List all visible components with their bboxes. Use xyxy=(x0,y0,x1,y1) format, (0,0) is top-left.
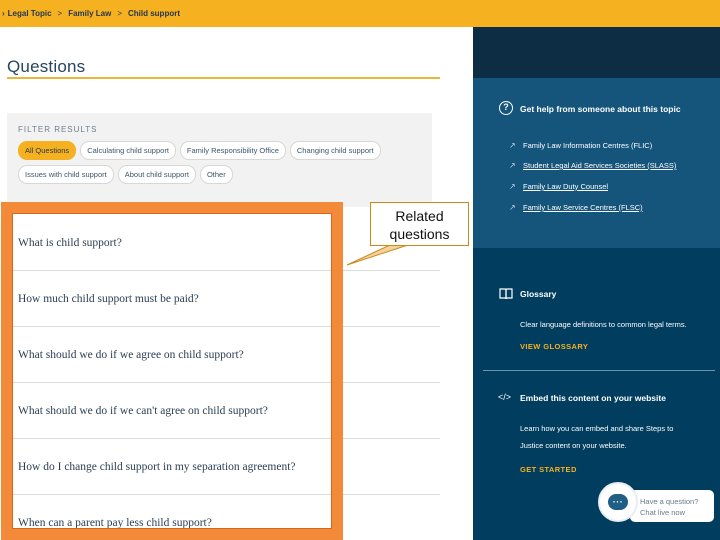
question-item[interactable]: When can a parent pay less child support… xyxy=(12,495,440,540)
help-section-title: Get help from someone about this topic xyxy=(520,104,681,114)
external-link-icon: ↗ xyxy=(509,141,516,150)
title-underline xyxy=(7,77,440,79)
question-item[interactable]: What should we do if we agree on child s… xyxy=(12,327,440,383)
help-link-duty-counsel[interactable]: ↗ Family Law Duty Counsel xyxy=(509,182,609,191)
chat-line-1: Have a question? xyxy=(640,497,699,506)
embed-title: Embed this content on your website xyxy=(520,393,666,403)
external-link-icon: ↗ xyxy=(509,203,516,212)
code-icon: </> xyxy=(498,392,512,402)
filter-chip-other[interactable]: Other xyxy=(199,165,233,184)
external-link-icon: ↗ xyxy=(509,182,516,191)
chat-prompt[interactable]: Have a question? Chat live now xyxy=(630,490,714,522)
help-link-flic[interactable]: ↗ Family Law Information Centres (FLIC) xyxy=(509,141,653,150)
breadcrumb-item-family-law[interactable]: Family Law xyxy=(68,9,111,18)
help-link-slass[interactable]: ↗ Student Legal Aid Services Societies (… xyxy=(509,161,677,170)
help-link-flsc[interactable]: ↗ Family Law Service Centres (FLSC) xyxy=(509,203,643,212)
filter-chip-calculating[interactable]: Calculating child support xyxy=(80,141,176,160)
help-link-label: Student Legal Aid Services Societies (SL… xyxy=(523,161,677,170)
question-item[interactable]: How much child support must be paid? xyxy=(12,271,440,327)
filter-chip-family-responsibility-office[interactable]: Family Responsibility Office xyxy=(179,141,286,160)
callout-line-1: Related xyxy=(395,208,444,224)
question-item[interactable]: What should we do if we can't agree on c… xyxy=(12,383,440,439)
breadcrumb: › Legal Topic > Family Law > Child suppo… xyxy=(0,0,720,27)
filter-chip-about[interactable]: About child support xyxy=(117,165,196,184)
external-link-icon: ↗ xyxy=(509,161,516,170)
sidebar: ? Get help from someone about this topic… xyxy=(473,27,720,540)
breadcrumb-item-legal-topic[interactable]: Legal Topic xyxy=(8,9,52,18)
question-circle-icon: ? xyxy=(499,101,513,115)
chat-bubble-icon: ··· xyxy=(608,494,628,510)
filter-title: FILTER RESULTS xyxy=(18,125,98,134)
get-started-link[interactable]: GET STARTED xyxy=(520,465,577,474)
question-list: What is child support? How much child su… xyxy=(12,215,440,540)
breadcrumb-separator: > xyxy=(117,9,122,18)
filter-chips: All Questions Calculating child support … xyxy=(18,141,428,184)
question-item[interactable]: How do I change child support in my sepa… xyxy=(12,439,440,495)
help-link-label: Family Law Service Centres (FLSC) xyxy=(523,203,643,212)
help-link-label: Family Law Duty Counsel xyxy=(523,182,609,191)
section-divider xyxy=(483,370,715,371)
help-link-label: Family Law Information Centres (FLIC) xyxy=(523,141,653,150)
related-questions-callout: Related questions xyxy=(370,202,469,246)
filter-chip-changing[interactable]: Changing child support xyxy=(289,141,381,160)
callout-line-2: questions xyxy=(389,226,450,242)
glossary-title: Glossary xyxy=(520,289,557,299)
page-title: Questions xyxy=(7,57,86,76)
breadcrumb-separator: > xyxy=(57,9,63,18)
filter-chip-all-questions[interactable]: All Questions xyxy=(18,141,77,160)
filter-panel: FILTER RESULTS All Questions Calculating… xyxy=(7,113,432,207)
chat-button[interactable]: ··· xyxy=(598,482,638,522)
glossary-description: Clear language definitions to common leg… xyxy=(520,320,687,329)
book-icon xyxy=(499,288,513,300)
sidebar-header-stripe xyxy=(473,27,720,78)
breadcrumb-item-child-support[interactable]: Child support xyxy=(128,9,180,18)
embed-description-line-1: Learn how you can embed and share Steps … xyxy=(520,424,674,433)
embed-description-line-2: Justice content on your website. xyxy=(520,441,627,450)
chat-line-2: Chat live now xyxy=(640,508,686,517)
chevron-left-icon: › xyxy=(2,9,5,18)
filter-chip-issues[interactable]: Issues with child support xyxy=(18,165,114,184)
view-glossary-link[interactable]: VIEW GLOSSARY xyxy=(520,342,588,351)
